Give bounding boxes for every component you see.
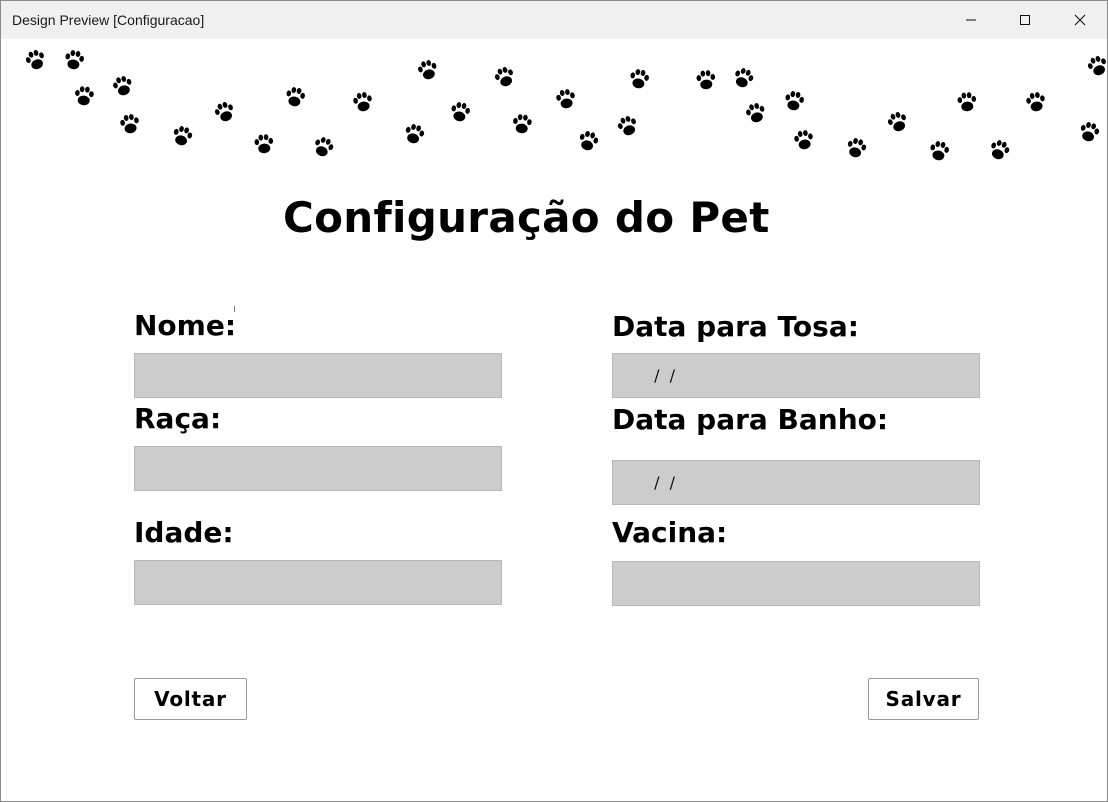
name-field[interactable]: [134, 353, 502, 398]
bath-date-value: / /: [649, 473, 676, 492]
bath-date-label: Data para Banho:: [612, 403, 889, 436]
bath-date-field[interactable]: / /: [612, 460, 980, 505]
vaccine-label: Vacina:: [612, 516, 728, 549]
breed-label: Raça:: [134, 402, 222, 435]
close-icon: [1074, 14, 1086, 26]
minimize-button[interactable]: [944, 1, 998, 39]
paw-prints-icon: [23, 47, 1107, 163]
grooming-date-field[interactable]: / /: [612, 353, 980, 398]
window-title: Design Preview [Configuracao]: [12, 12, 205, 28]
maximize-button[interactable]: [998, 1, 1052, 39]
grooming-date-value: / /: [649, 366, 676, 385]
age-field[interactable]: [134, 560, 502, 605]
back-button[interactable]: Voltar: [134, 678, 247, 720]
page-title: Configuração do Pet: [283, 193, 770, 242]
breed-field[interactable]: [134, 446, 502, 491]
age-label: Idade:: [134, 516, 234, 549]
name-label: Nome:: [134, 309, 237, 342]
title-bar[interactable]: Design Preview [Configuracao]: [1, 1, 1107, 39]
maximize-icon: [1020, 15, 1030, 25]
vaccine-field[interactable]: [612, 561, 980, 606]
close-button[interactable]: [1053, 1, 1107, 39]
save-button[interactable]: Salvar: [868, 678, 979, 720]
grooming-date-label: Data para Tosa:: [612, 310, 859, 343]
minimize-icon: [966, 19, 976, 21]
app-window: Design Preview [Configuracao] Configuraç…: [0, 0, 1108, 802]
